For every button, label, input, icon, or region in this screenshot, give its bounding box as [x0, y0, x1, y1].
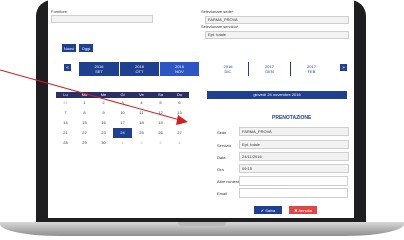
- calendar-day[interactable]: 17: [113, 118, 132, 128]
- calendar: Lu Ma Me Gi Ve Sa Do 31 1 2 3 4 5 6 7 8 …: [56, 92, 189, 148]
- calendar-day[interactable]: 26: [151, 128, 170, 138]
- prenotazione-title: PRENOTAZIONE: [272, 115, 312, 121]
- month-strip-right: 2016 DIC 2017 GEN 2017 FEB: [208, 62, 332, 76]
- calendar-day[interactable]: 5: [151, 98, 170, 108]
- calendar-week: 28 29 30 1 2 3 4: [56, 138, 189, 148]
- email-label: Email: [217, 191, 228, 196]
- calendar-day[interactable]: 4: [170, 138, 189, 148]
- calendar-day[interactable]: 10: [113, 108, 132, 118]
- data-field: 24/11/2016: [239, 152, 349, 161]
- servizio-field-label: Servizio: [217, 143, 232, 148]
- calendar-day[interactable]: 2: [94, 98, 113, 108]
- nuovi-button[interactable]: Nuovi: [62, 44, 76, 52]
- fornitore-label: Fornitore: [51, 9, 68, 14]
- sede-field: FARMA_PROVA: [239, 127, 349, 136]
- annulla-button[interactable]: ✖ Annulla: [289, 206, 317, 214]
- calendar-day[interactable]: 21: [56, 128, 75, 138]
- servizio-label: Selezionare servizio*: [201, 24, 239, 29]
- calendar-day[interactable]: 28: [56, 138, 75, 148]
- calendar-day[interactable]: 15: [75, 118, 94, 128]
- calendar-day[interactable]: 23: [94, 128, 113, 138]
- servizio-select[interactable]: Ept. totale: [205, 31, 349, 39]
- calendar-day[interactable]: 1: [113, 138, 132, 148]
- sede-field-label: Sede: [217, 130, 227, 135]
- calendar-week: 31 1 2 3 4 5 6: [56, 98, 189, 108]
- calendar-day[interactable]: 14: [56, 118, 75, 128]
- calendar-day[interactable]: 16: [94, 118, 113, 128]
- month-dic[interactable]: 2016 DIC: [208, 62, 248, 76]
- calendar-day[interactable]: 19: [151, 118, 170, 128]
- calendar-week: 7 8 9 10 11 12 13: [56, 108, 189, 118]
- calendar-day[interactable]: 3: [113, 98, 132, 108]
- calendar-day[interactable]: 22: [75, 128, 94, 138]
- laptop-notch: [178, 222, 226, 226]
- calendar-day[interactable]: 18: [132, 118, 151, 128]
- calendar-week: 14 15 16 17 18 19 20: [56, 118, 189, 128]
- altre-richieste-label: Altre richieste: [217, 179, 242, 184]
- calendar-day[interactable]: 9: [94, 108, 113, 118]
- month-strip-left: 2016 SET 2016 OTT 2016 NOV: [79, 62, 199, 76]
- calendar-day[interactable]: 13: [170, 108, 189, 118]
- month-feb[interactable]: 2017 FEB: [291, 62, 332, 76]
- sede-label: Selezionare sede*: [201, 9, 234, 14]
- prev-month-button[interactable]: «: [64, 64, 71, 71]
- calendar-day[interactable]: 2: [132, 138, 151, 148]
- calendar-day[interactable]: 30: [94, 138, 113, 148]
- month-nov-active[interactable]: 2016 NOV: [160, 62, 199, 76]
- calendar-day[interactable]: 7: [56, 108, 75, 118]
- fornitore-input[interactable]: [51, 15, 153, 23]
- calendar-day-selected[interactable]: 24: [113, 128, 132, 138]
- calendar-day[interactable]: 20: [170, 118, 189, 128]
- calendar-day[interactable]: 1: [75, 98, 94, 108]
- calendar-day[interactable]: 31: [56, 98, 75, 108]
- calendar-day[interactable]: 12: [151, 108, 170, 118]
- calendar-day[interactable]: 4: [132, 98, 151, 108]
- calendar-day[interactable]: 6: [170, 98, 189, 108]
- ora-field: 09:15: [239, 164, 349, 173]
- calendar-day[interactable]: 29: [75, 138, 94, 148]
- calendar-day[interactable]: 25: [132, 128, 151, 138]
- next-month-button[interactable]: »: [340, 64, 347, 71]
- calendar-day[interactable]: 3: [151, 138, 170, 148]
- month-gen[interactable]: 2017 GEN: [249, 62, 290, 76]
- app-screen: Fornitore Selezionare sede* FARMA_PROVA …: [48, 0, 354, 218]
- month-set[interactable]: 2016 SET: [79, 62, 119, 76]
- calendar-week: 21 22 23 24 25 26 27: [56, 128, 189, 138]
- sede-select[interactable]: FARMA_PROVA: [205, 16, 349, 24]
- oggi-button[interactable]: Oggi: [79, 44, 93, 52]
- month-ott[interactable]: 2016 OTT: [120, 62, 159, 76]
- selected-date-bar: giovedì 24 novembre 2016: [207, 91, 347, 99]
- servizio-field: Ept. totale: [239, 140, 349, 149]
- calendar-day[interactable]: 11: [132, 108, 151, 118]
- calendar-day[interactable]: 27: [170, 128, 189, 138]
- ora-field-label: Ora: [217, 167, 224, 172]
- calendar-day[interactable]: 8: [75, 108, 94, 118]
- altre-richieste-input[interactable]: [239, 176, 348, 186]
- email-input[interactable]: [239, 188, 348, 198]
- data-field-label: Data: [217, 155, 226, 160]
- salva-button[interactable]: ✔ Salva: [254, 206, 282, 214]
